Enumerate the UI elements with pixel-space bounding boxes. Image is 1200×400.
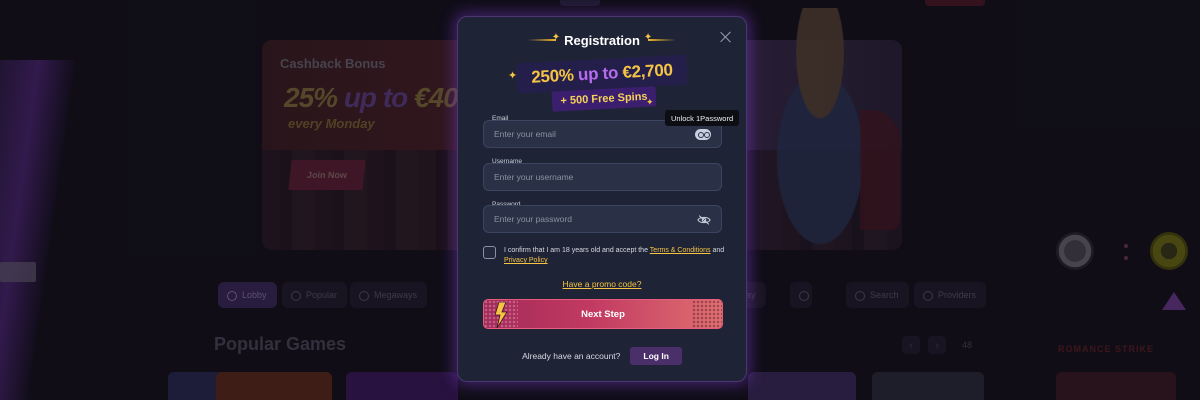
email-input[interactable] — [494, 129, 711, 139]
sparkle-decoration-icon — [528, 32, 560, 43]
bonus-up-to: up to — [577, 63, 619, 85]
onepassword-tooltip: Unlock 1Password — [665, 110, 740, 126]
username-field[interactable] — [483, 163, 722, 191]
bonus-percent: 250% — [530, 65, 575, 87]
bonus-amount: €2,700 — [621, 60, 674, 82]
bonus-banner: 250% up to €2,700 — [516, 54, 688, 94]
registration-modal: Registration 250% up to €2,700 + 500 Fre… — [457, 16, 747, 382]
terms-link[interactable]: Terms & Conditions — [650, 247, 711, 254]
terms-and: and — [712, 247, 725, 254]
modal-header: Registration — [458, 31, 746, 49]
login-row: Already have an account? Log In — [458, 347, 746, 365]
onepassword-icon[interactable] — [695, 129, 711, 140]
password-field[interactable] — [483, 205, 722, 233]
password-input[interactable] — [494, 214, 711, 224]
sparkle-icon: ✦ — [508, 70, 518, 82]
close-icon[interactable] — [720, 31, 732, 43]
privacy-link[interactable]: Privacy Policy — [504, 257, 548, 264]
next-step-button[interactable]: Next Step — [483, 299, 723, 329]
terms-checkbox[interactable] — [483, 246, 496, 259]
login-button[interactable]: Log In — [630, 347, 682, 365]
sparkle-decoration-icon — [644, 32, 676, 43]
promo-code-link[interactable]: Have a promo code? — [458, 279, 746, 289]
terms-prefix: I confirm that I am 18 years old and acc… — [504, 247, 648, 254]
sparkle-icon: ✦ — [646, 97, 654, 107]
lightning-bolt-icon — [494, 302, 508, 328]
eye-slash-icon[interactable] — [697, 214, 711, 226]
free-spins-badge: + 500 Free Spins — [551, 86, 657, 112]
next-step-label: Next Step — [581, 308, 625, 320]
modal-title: Registration — [564, 32, 640, 48]
terms-text: I confirm that I am 18 years old and acc… — [504, 246, 734, 266]
login-prompt: Already have an account? — [522, 351, 621, 361]
username-input[interactable] — [494, 172, 711, 182]
